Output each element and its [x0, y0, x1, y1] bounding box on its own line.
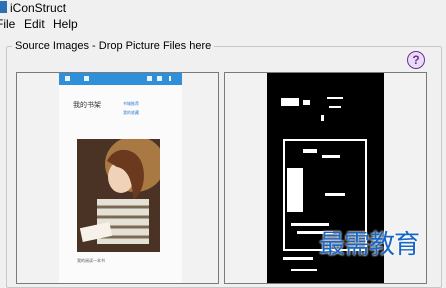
edit-icon — [157, 76, 162, 81]
home-icon — [84, 76, 89, 81]
source-image-drop-area[interactable]: 我的书架 书城推荐 我的收藏 我的阅读一本书 — [16, 72, 219, 284]
phone-side-item: 书城推荐 — [123, 101, 139, 106]
phone-heading: 我的书架 — [73, 102, 101, 109]
phone-side-item: 我的收藏 — [123, 110, 139, 115]
grid-icon — [147, 76, 152, 81]
watermark-logo: 最需教育 — [319, 230, 420, 260]
book-cover-photo — [77, 136, 165, 252]
app-icon — [0, 1, 7, 13]
more-icon — [169, 76, 171, 81]
phone-app-bar — [59, 73, 182, 85]
reading-woman-image — [77, 136, 165, 252]
source-images-label: Source Images - Drop Picture Files here — [12, 40, 215, 52]
help-button[interactable]: ? — [407, 51, 425, 69]
menu-edit[interactable]: Edit — [24, 17, 45, 31]
menu-bar: File Edit Help — [0, 16, 446, 32]
phone-caption: 我的阅读一本书 — [77, 258, 105, 263]
menu-help[interactable]: Help — [53, 17, 78, 31]
title-bar: iConStruct — [0, 0, 446, 16]
phone-screenshot: 我的书架 书城推荐 我的收藏 我的阅读一本书 — [59, 73, 182, 283]
menu-icon — [65, 76, 70, 81]
window-title: iConStruct — [10, 1, 67, 15]
menu-file[interactable]: File — [0, 17, 15, 31]
